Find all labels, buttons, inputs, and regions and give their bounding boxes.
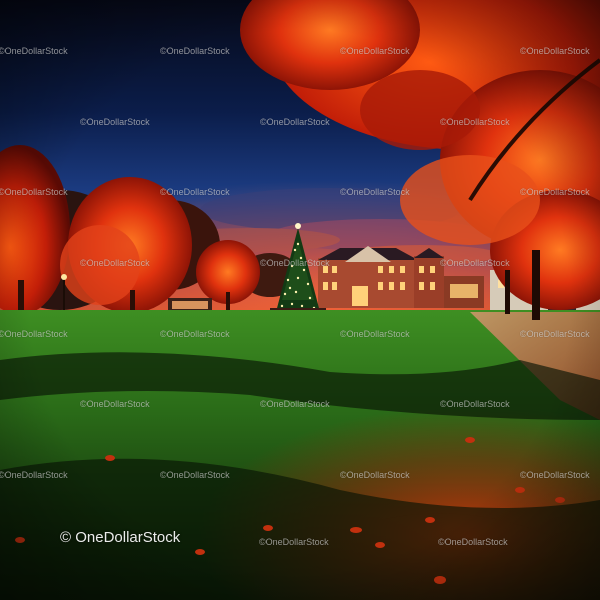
- photo-illustration: [0, 0, 600, 600]
- main-watermark: © OneDollarStock: [60, 529, 181, 546]
- autumn-park-scene: ©OneDollarStock ©OneDollarStock ©OneDollar…: [0, 0, 600, 600]
